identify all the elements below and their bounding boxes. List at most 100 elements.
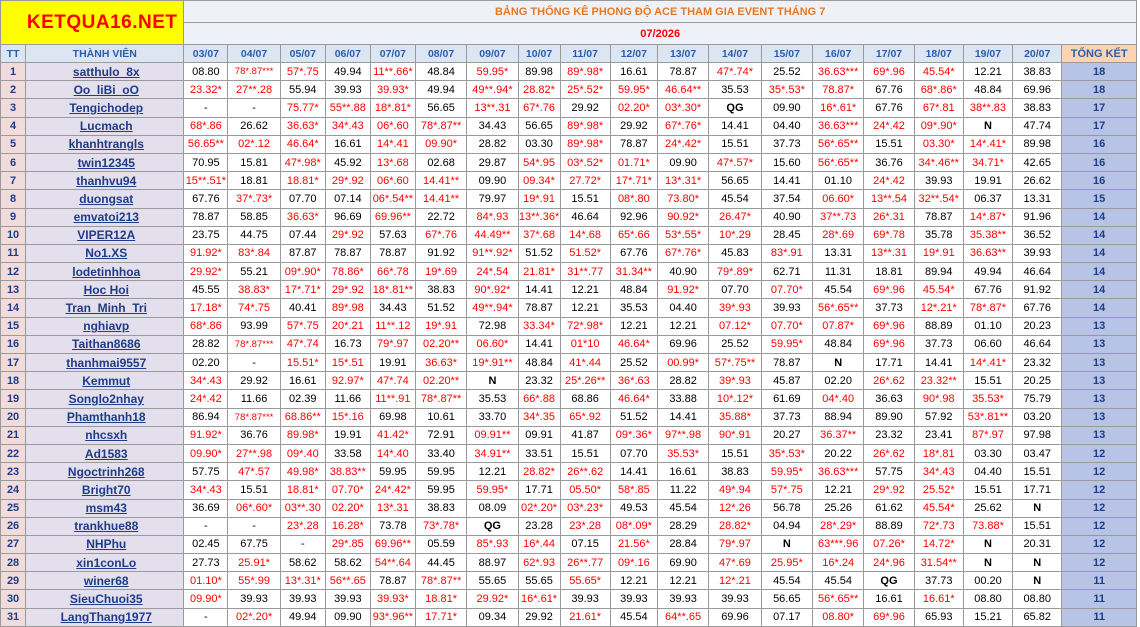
value-cell: 69.96 <box>708 607 762 627</box>
value-cell: 25*.52* <box>559 80 611 100</box>
value-cell: 03*.23* <box>559 498 611 518</box>
value-cell: 78.87 <box>369 571 416 591</box>
value-cell: 55.94 <box>279 80 326 100</box>
value-cell: - <box>183 98 229 118</box>
member-link[interactable]: trankhue88 <box>71 519 138 533</box>
value-cell: 19.91 <box>962 171 1014 191</box>
value-cell: 02.45 <box>183 534 229 555</box>
value-cell: 68*.86 <box>183 316 229 336</box>
value-cell: 23.28 <box>517 516 561 536</box>
value-cell: 12.21 <box>811 480 865 500</box>
member-link[interactable]: winer68 <box>81 574 129 588</box>
value-cell: 12.21 <box>609 316 658 336</box>
value-cell: 15.21 <box>962 607 1014 627</box>
member-link[interactable]: msm43 <box>83 501 127 515</box>
value-cell: 15*.51 <box>324 352 371 373</box>
value-cell: 88.97 <box>466 553 519 573</box>
value-cell: N <box>760 534 814 555</box>
member-link[interactable]: nghiavp <box>80 319 129 333</box>
member-link[interactable]: thanhvu94 <box>73 174 136 188</box>
member-link[interactable]: Bright70 <box>79 483 131 497</box>
value-cell: 56.78 <box>760 498 814 518</box>
value-cell: N <box>1012 498 1063 518</box>
member-link[interactable]: Tengichodep <box>66 101 143 115</box>
member-link[interactable]: Phamthanh18 <box>64 410 146 424</box>
member-link[interactable]: xin1conLo <box>73 556 136 570</box>
value-cell: 66*.78 <box>369 262 416 282</box>
value-cell: 57*.75 <box>279 316 326 336</box>
row-number: 28 <box>0 553 27 573</box>
table-row: 8 duongsat 67.76 37*.73* 07.70 07.14 06*.54** 1… <box>0 189 1137 209</box>
member-link[interactable]: nhcsxh <box>82 428 127 442</box>
value-cell: - <box>227 352 281 373</box>
value-cell: 57.63 <box>369 225 416 245</box>
value-cell: 35*.53* <box>760 443 814 464</box>
value-cell: 75.79 <box>1012 389 1063 409</box>
value-cell: 33.51 <box>517 443 561 464</box>
value-cell: 35.53 <box>609 298 658 318</box>
value-cell: 23*.28 <box>559 516 611 536</box>
value-cell: 23.41 <box>913 425 964 445</box>
member-link[interactable]: Oo_liBi_oO <box>71 83 139 97</box>
value-cell: 12.21 <box>559 280 611 300</box>
member-link[interactable]: satthulo_8x <box>70 65 140 79</box>
member-link[interactable]: Kemmut <box>79 374 130 388</box>
value-cell: 53*.55* <box>656 225 710 245</box>
member-link[interactable]: lodetinhhoa <box>69 265 140 279</box>
member-link[interactable]: twin12345 <box>75 156 135 170</box>
value-cell: 18*.81** <box>369 280 416 300</box>
member-cell: nhcsxh <box>25 425 185 445</box>
value-cell: 34*.43 <box>183 480 229 500</box>
row-number: 4 <box>0 116 27 136</box>
value-cell: 92.97* <box>324 371 371 391</box>
member-link[interactable]: Ad1583 <box>82 447 128 461</box>
value-cell: 14*.41 <box>369 134 416 154</box>
value-cell: 02.20* <box>324 498 371 518</box>
value-cell: 27**.28 <box>227 80 281 100</box>
value-cell: 24*.42 <box>863 171 915 191</box>
total-cell: 12 <box>1061 534 1137 555</box>
value-cell: 02.20** <box>414 371 468 391</box>
member-link[interactable]: LangThang1977 <box>58 610 152 624</box>
member-link[interactable]: NHPhu <box>83 537 126 551</box>
table-row: 14 Tran_Minh_Tri 17.18* 74*.75 40.41 89*.98 34… <box>0 298 1137 318</box>
member-link[interactable]: emvatoi213 <box>71 210 139 224</box>
value-cell: 55.65 <box>517 571 561 591</box>
value-cell: 09*.90* <box>913 116 964 136</box>
member-link[interactable]: Hoc Hoi <box>81 283 129 297</box>
header-date: 03/07 <box>183 44 229 63</box>
value-cell: 13*.31* <box>279 571 326 591</box>
value-cell: 22.72 <box>414 207 468 227</box>
value-cell: 33.34* <box>517 316 561 336</box>
value-cell: 67*.76 <box>517 98 561 118</box>
value-cell: 78*.87** <box>414 389 468 409</box>
value-cell: 88.94 <box>811 407 865 427</box>
member-link[interactable]: Ngoctrinh268 <box>65 465 145 479</box>
member-link[interactable]: duongsat <box>76 192 133 206</box>
value-cell: 91.92* <box>183 425 229 445</box>
table-row: 29 winer68 01.10* 55*.99 13*.31* 56**.65 78.87… <box>0 571 1137 591</box>
member-link[interactable]: No1.XS <box>82 246 127 260</box>
row-number: 10 <box>0 225 27 245</box>
member-link[interactable]: khanhtrangls <box>66 137 144 151</box>
value-cell: 11.31 <box>811 262 865 282</box>
value-cell: 12.21 <box>962 61 1014 82</box>
value-cell: 67*.81 <box>913 98 964 118</box>
value-cell: QG <box>466 516 519 536</box>
member-link[interactable]: thanhmai9557 <box>63 356 146 370</box>
member-link[interactable]: SieuChuoi35 <box>67 592 143 606</box>
value-cell: 26*.31 <box>863 207 915 227</box>
value-cell: 53*.81** <box>962 407 1014 427</box>
member-link[interactable]: Tran_Minh_Tri <box>63 301 147 315</box>
member-link[interactable]: Lucmach <box>77 119 133 133</box>
member-link[interactable]: VIPER12A <box>74 228 135 242</box>
value-cell: 69.98 <box>369 407 416 427</box>
value-cell: 78*.87*** <box>227 61 281 82</box>
value-cell: 72*.73 <box>913 516 964 536</box>
total-cell: 14 <box>1061 207 1137 227</box>
member-link[interactable]: Songlo2nhay <box>66 392 144 406</box>
value-cell: 56.65 <box>517 116 561 136</box>
member-link[interactable]: Taithan8686 <box>69 337 140 351</box>
value-cell: 17*.71* <box>279 280 326 300</box>
value-cell: 51.52 <box>609 407 658 427</box>
